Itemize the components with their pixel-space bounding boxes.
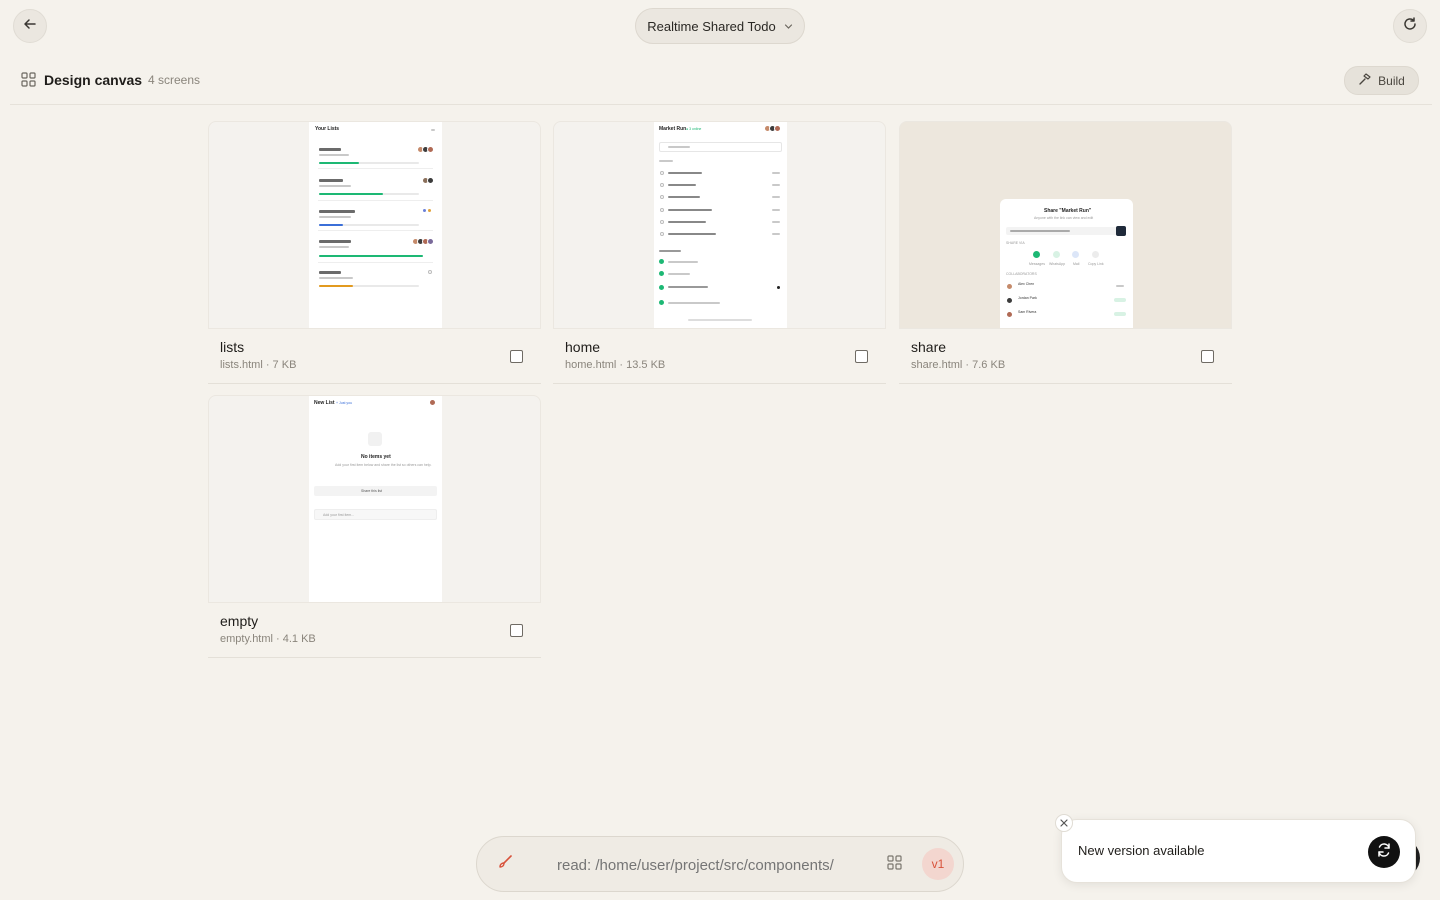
chevron-down-icon (784, 19, 793, 34)
select-checkbox[interactable] (510, 350, 523, 363)
canvas-header: Design canvas 4 screens Build (10, 60, 1432, 105)
update-toast: New version available (1061, 819, 1416, 883)
back-button[interactable] (13, 9, 47, 43)
screen-card-home[interactable]: Market Run ● 3 online home home.html · 1… (553, 121, 886, 384)
lists-preview: Your Lists (309, 122, 442, 328)
screen-card-empty[interactable]: New List + Just you No items yet Add you… (208, 395, 541, 658)
screen-name: share (911, 339, 947, 355)
screen-name: empty (220, 613, 259, 629)
toast-message: New version available (1078, 843, 1205, 858)
arrow-left-icon (23, 17, 37, 36)
build-label: Build (1378, 73, 1405, 88)
screen-card-share[interactable]: Share "Market Run" Anyone with the link … (899, 121, 1232, 384)
home-preview: Market Run ● 3 online (654, 122, 787, 328)
screen-meta: empty.html · 4.1 KB (220, 633, 316, 645)
screen-thumbnail[interactable]: Your Lists (208, 121, 541, 329)
brush-icon (497, 854, 513, 875)
version-badge[interactable]: v1 (922, 848, 954, 880)
project-selector[interactable]: Realtime Shared Todo (635, 8, 805, 44)
share-preview: Share "Market Run" Anyone with the link … (1000, 199, 1133, 328)
prompt-input[interactable] (557, 855, 863, 875)
select-checkbox[interactable] (855, 350, 868, 363)
screen-name: home (565, 339, 601, 355)
screen-thumbnail[interactable]: Share "Market Run" Anyone with the link … (899, 121, 1232, 329)
build-button[interactable]: Build (1344, 66, 1419, 95)
grid-icon (21, 72, 36, 92)
hammer-icon (1358, 72, 1372, 89)
screen-thumbnail[interactable]: Market Run ● 3 online (553, 121, 886, 329)
screen-count: 4 screens (148, 73, 201, 87)
close-icon (1060, 814, 1068, 832)
screen-name: lists (220, 339, 245, 355)
empty-preview: New List + Just you No items yet Add you… (309, 396, 442, 602)
screen-meta: share.html · 7.6 KB (911, 359, 1006, 371)
grid-icon (886, 855, 902, 875)
refresh-icon (1376, 842, 1392, 863)
grid-view-button[interactable] (883, 854, 905, 876)
select-checkbox[interactable] (510, 624, 523, 637)
select-checkbox[interactable] (1201, 350, 1214, 363)
brush-button[interactable] (493, 852, 517, 876)
refresh-icon (1402, 16, 1418, 37)
project-name: Realtime Shared Todo (647, 18, 776, 34)
toast-close-button[interactable] (1055, 814, 1073, 832)
screen-meta: lists.html · 7 KB (220, 359, 297, 371)
reload-button[interactable] (1368, 836, 1400, 868)
screen-meta: home.html · 13.5 KB (565, 359, 666, 371)
screen-card-lists[interactable]: Your Lists lists lists.html · 7 KB (208, 121, 541, 384)
canvas-title: Design canvas (44, 72, 143, 88)
prompt-bar: v1 (476, 836, 964, 892)
screen-thumbnail[interactable]: New List + Just you No items yet Add you… (208, 395, 541, 603)
refresh-button[interactable] (1393, 9, 1427, 43)
